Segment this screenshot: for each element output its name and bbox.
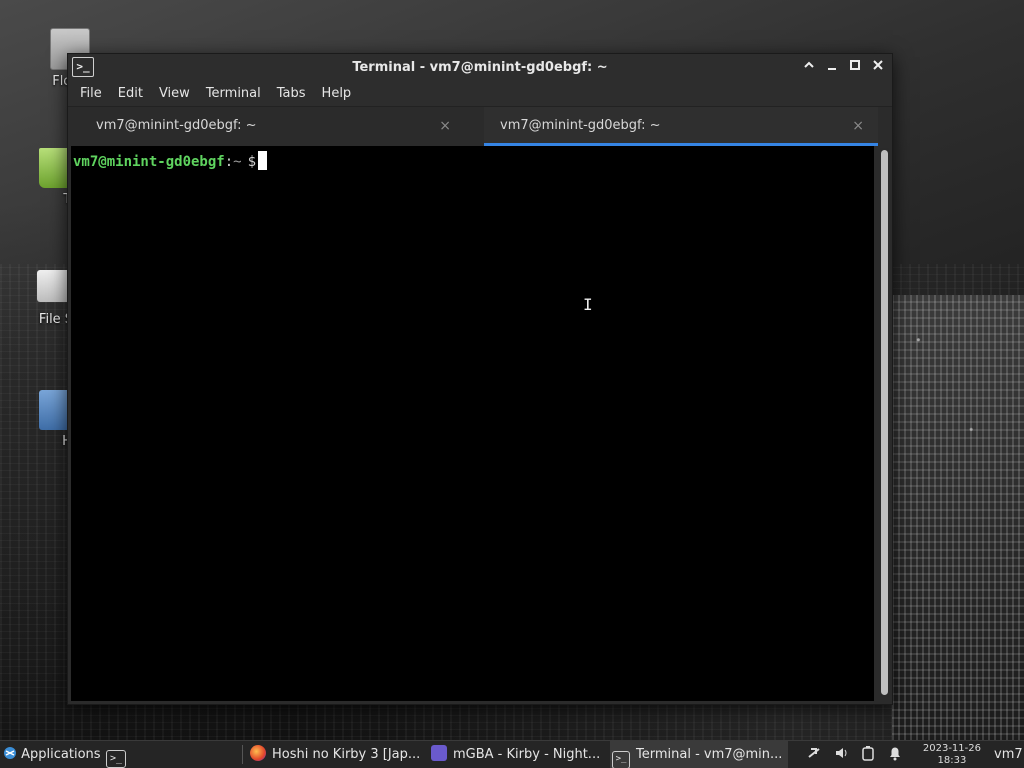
window-title: Terminal - vm7@minint-gd0ebgf: ~: [352, 60, 608, 75]
tab-bar: vm7@minint-gd0ebgf: ~ × vm7@minint-gd0eb…: [68, 106, 892, 147]
shade-button[interactable]: [798, 54, 820, 81]
terminal-window: >_ Terminal - vm7@minint-gd0ebgf: ~ File…: [67, 53, 893, 705]
shell-prompt: vm7@minint-gd0ebgf:~ $: [73, 151, 268, 170]
menu-terminal[interactable]: Terminal: [198, 81, 269, 106]
text-cursor: [258, 151, 268, 170]
user-name: vm7: [994, 747, 1023, 762]
battery-icon: [862, 746, 874, 761]
taskbar: Applications >_ Hoshi no Kirby 3 [Jap...…: [0, 740, 1024, 768]
tab-label: vm7@minint-gd0ebgf: ~: [96, 118, 257, 133]
tab-close-icon[interactable]: ×: [439, 108, 451, 144]
menu-view[interactable]: View: [151, 81, 198, 106]
task-label: mGBA - Kirby - Night...: [453, 747, 601, 762]
tab-terminal-1[interactable]: vm7@minint-gd0ebgf: ~ ×: [68, 107, 473, 145]
applications-label: Applications: [21, 747, 101, 762]
mouse-ibeam-cursor: I: [583, 295, 593, 314]
task-mgba[interactable]: mGBA - Kirby - Night...: [431, 741, 607, 768]
maximize-icon: [850, 60, 860, 70]
maximize-button[interactable]: [844, 54, 866, 81]
prompt-path: ~: [233, 154, 242, 170]
terminal-scrollbar[interactable]: [880, 148, 889, 697]
tab-terminal-2[interactable]: vm7@minint-gd0ebgf: ~ ×: [484, 107, 878, 146]
minimize-icon: [828, 68, 836, 70]
task-hoshi-no-kirby[interactable]: Hoshi no Kirby 3 [Jap...: [250, 741, 426, 768]
network-icon: [808, 748, 820, 758]
tab-close-icon[interactable]: ×: [852, 108, 864, 144]
close-icon: [873, 60, 883, 70]
clock-time: 18:33: [937, 755, 967, 766]
minimize-button[interactable]: [821, 54, 843, 81]
prompt-user-host: vm7@minint-gd0ebgf: [73, 154, 225, 170]
network-tray[interactable]: [806, 741, 824, 768]
task-label: Hoshi no Kirby 3 [Jap...: [272, 747, 421, 762]
terminal-output[interactable]: vm7@minint-gd0ebgf:~ $: [71, 146, 874, 701]
chevron-up-icon: [804, 61, 814, 68]
tab-label: vm7@minint-gd0ebgf: ~: [500, 118, 661, 133]
clock-date: 2023-11-26: [922, 743, 981, 754]
task-terminal[interactable]: >_ Terminal - vm7@min...: [610, 741, 788, 768]
prompt-symbol: $: [247, 154, 257, 170]
terminal-task-icon: >_: [612, 751, 630, 768]
menu-bar: File Edit View Terminal Tabs Help: [68, 81, 892, 106]
terminal-app-icon[interactable]: >_: [72, 57, 94, 77]
bell-icon: [890, 747, 900, 761]
menu-help[interactable]: Help: [314, 81, 360, 106]
menu-edit[interactable]: Edit: [110, 81, 151, 106]
terminal-launcher-icon: >_: [106, 750, 126, 768]
xfce-logo-icon: [4, 747, 16, 759]
notifications-tray[interactable]: [888, 741, 906, 768]
clock[interactable]: 2023-11-26 18:33: [923, 743, 981, 767]
window-titlebar[interactable]: >_ Terminal - vm7@minint-gd0ebgf: ~: [68, 54, 892, 81]
user-menu[interactable]: vm7: [994, 741, 1024, 768]
power-tray[interactable]: [861, 741, 879, 768]
prompt-colon: :: [224, 154, 234, 170]
volume-tray[interactable]: [834, 741, 852, 768]
close-button[interactable]: [867, 54, 889, 81]
taskbar-separator: [242, 745, 243, 764]
menu-tabs[interactable]: Tabs: [269, 81, 314, 106]
wallpaper-city-lights: [892, 295, 1024, 743]
scrollbar-thumb[interactable]: [881, 150, 888, 695]
task-label: Terminal - vm7@min...: [636, 747, 783, 762]
launcher-terminal[interactable]: >_: [106, 741, 132, 768]
firefox-icon: [250, 745, 266, 761]
mgba-icon: [431, 745, 447, 761]
menu-file[interactable]: File: [72, 81, 110, 106]
applications-menu-button[interactable]: Applications: [3, 741, 103, 768]
volume-icon: [836, 748, 847, 758]
